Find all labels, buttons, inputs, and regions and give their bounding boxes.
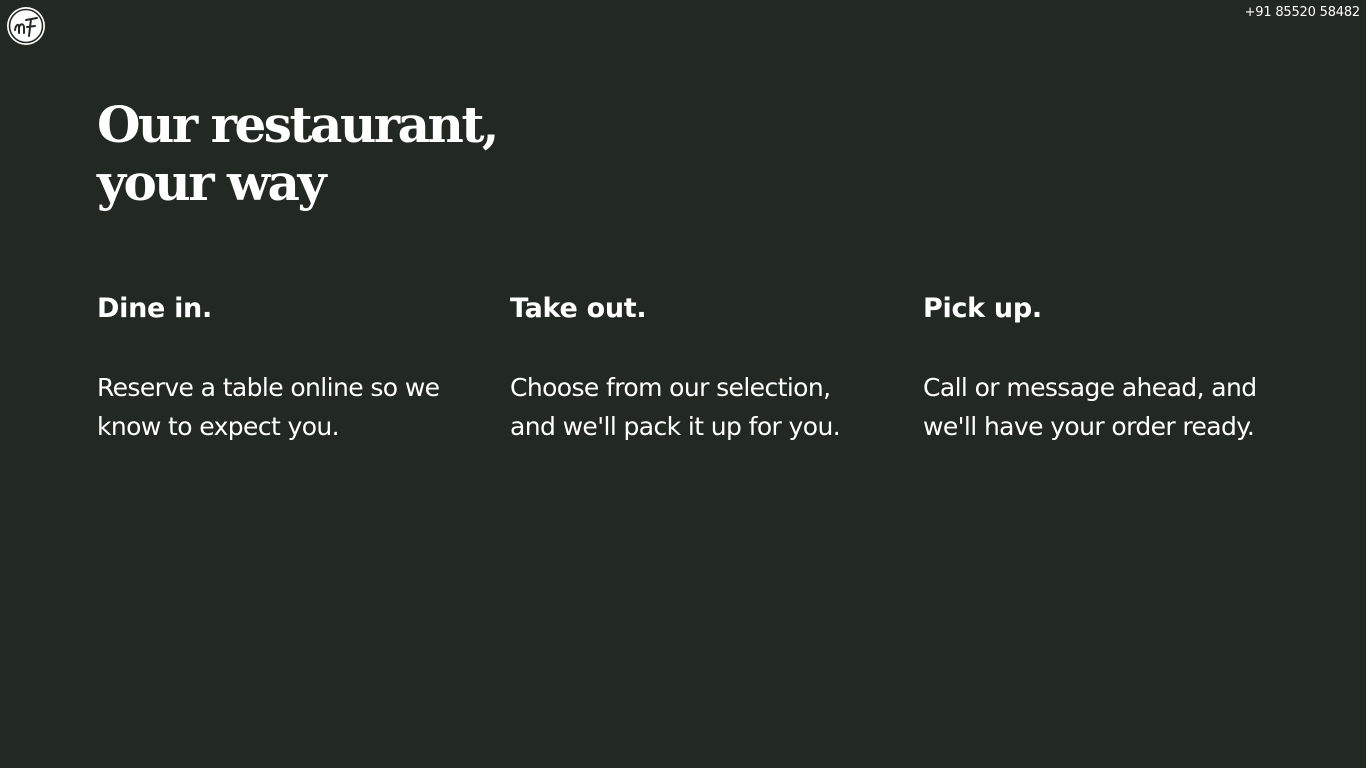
- headline-line-2: your way: [97, 153, 326, 212]
- page: +91 85520 58482 Our restaurant, your way…: [0, 0, 1366, 768]
- option-dine-in: Dine in. Reserve a table online so we kn…: [97, 290, 449, 446]
- option-description: Reserve a table online so we know to exp…: [97, 373, 440, 441]
- option-title: Pick up.: [923, 293, 1042, 324]
- option-title: Take out.: [510, 293, 647, 324]
- page-headline: Our restaurant, your way: [97, 95, 499, 212]
- option-take-out: Take out. Choose from our selection, and…: [510, 290, 862, 446]
- option-description: Call or message ahead, and we'll have yo…: [923, 373, 1257, 441]
- option-pick-up: Pick up. Call or message ahead, and we'l…: [923, 290, 1275, 446]
- service-options: Dine in. Reserve a table online so we kn…: [97, 290, 1277, 446]
- option-description: Choose from our selection, and we'll pac…: [510, 373, 841, 441]
- headline-line-1: Our restaurant,: [97, 95, 499, 154]
- option-title: Dine in.: [97, 293, 212, 324]
- phone-number-link[interactable]: +91 85520 58482: [1245, 5, 1361, 20]
- restaurant-logo[interactable]: [6, 6, 46, 46]
